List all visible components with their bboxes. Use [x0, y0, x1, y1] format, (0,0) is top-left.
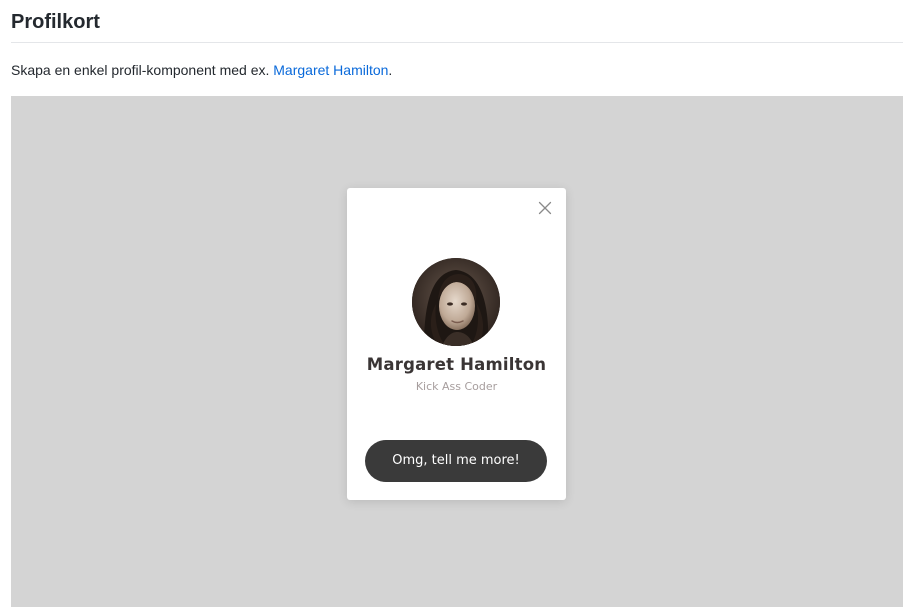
close-button[interactable]	[537, 200, 553, 216]
intro-text: Skapa en enkel profil-komponent med ex.	[11, 62, 274, 78]
demo-stage: Margaret Hamilton Kick Ass Coder Omg, te…	[11, 96, 903, 607]
profile-name: Margaret Hamilton	[366, 355, 547, 374]
tell-me-more-button[interactable]: Omg, tell me more!	[365, 440, 547, 482]
margaret-hamilton-link[interactable]: Margaret Hamilton	[273, 62, 388, 78]
page: Profilkort Skapa en enkel profil-kompone…	[0, 0, 922, 607]
avatar	[412, 258, 500, 346]
close-icon	[538, 201, 552, 215]
portrait-photo	[412, 258, 500, 346]
heading-divider	[11, 42, 903, 43]
intro-text-end: .	[388, 62, 393, 78]
profile-role: Kick Ass Coder	[415, 380, 498, 393]
intro-paragraph: Skapa en enkel profil-komponent med ex. …	[11, 61, 392, 79]
page-title: Profilkort	[11, 11, 100, 33]
profile-card: Margaret Hamilton Kick Ass Coder Omg, te…	[347, 188, 566, 500]
